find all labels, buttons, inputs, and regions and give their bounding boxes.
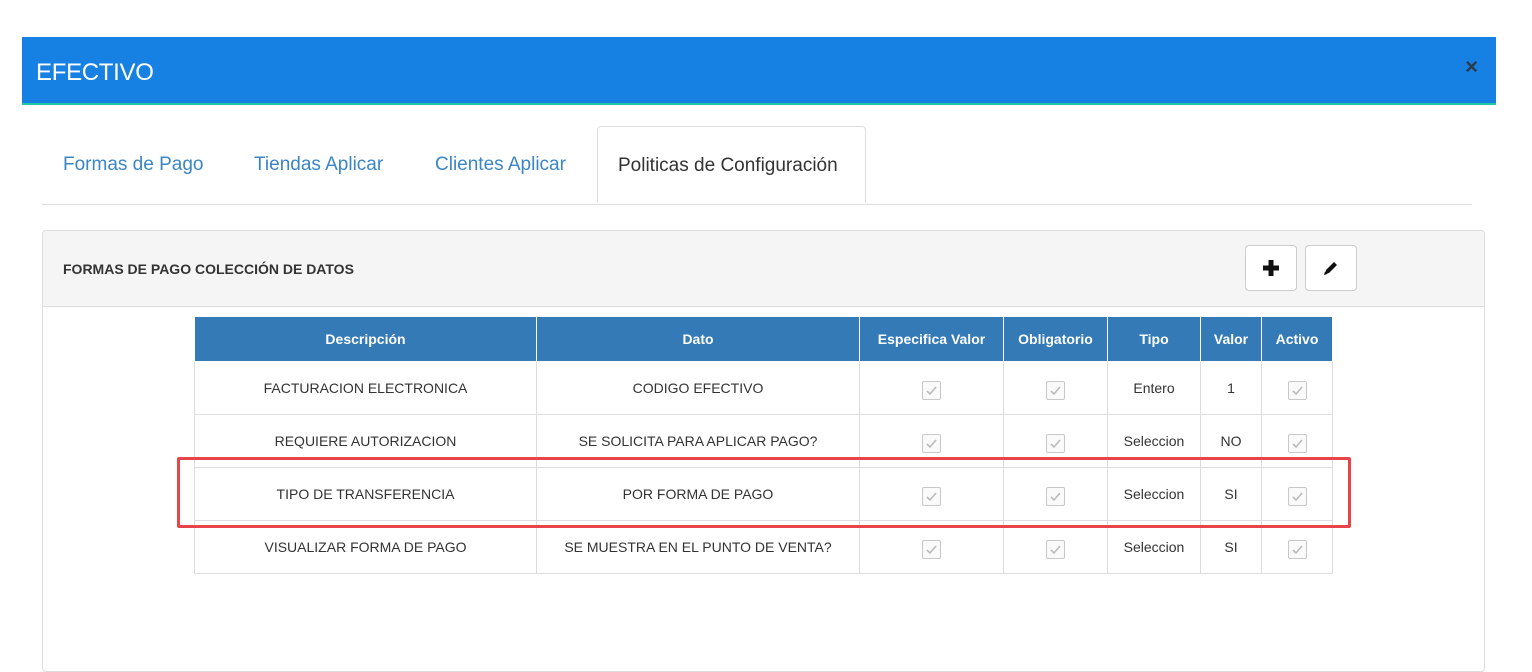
check-icon <box>1291 545 1303 555</box>
column-header-especifica-valor[interactable]: Especifica Valor <box>859 316 1004 362</box>
especifica-valor-checkbox[interactable] <box>922 540 941 559</box>
column-header-dato[interactable]: Dato <box>536 316 860 362</box>
especifica-valor-checkbox[interactable] <box>922 381 941 400</box>
obligatorio-checkbox[interactable] <box>1046 434 1065 453</box>
obligatorio-checkbox[interactable] <box>1046 540 1065 559</box>
check-icon <box>1050 545 1061 555</box>
check-icon <box>926 545 937 555</box>
add-button[interactable] <box>1245 245 1297 291</box>
tab-politicas-de-configuracion[interactable]: Politicas de Configuración <box>597 126 866 203</box>
tab-formas-de-pago[interactable]: Formas de Pago <box>63 126 203 203</box>
table-row[interactable]: VISUALIZAR FORMA DE PAGO SE MUESTRA EN E… <box>194 520 1333 574</box>
cell-descripcion: FACTURACION ELECTRONICA <box>194 361 537 415</box>
modal-header: EFECTIVO × <box>22 37 1496 105</box>
cell-valor: 1 <box>1200 361 1262 415</box>
pencil-icon <box>1324 262 1337 275</box>
row-highlight-annotation <box>177 457 1351 528</box>
panel-heading: FORMAS DE PAGO COLECCIÓN DE DATOS <box>43 231 1484 307</box>
check-icon <box>1050 386 1061 396</box>
column-header-activo[interactable]: Activo <box>1261 316 1333 362</box>
activo-checkbox[interactable] <box>1287 434 1307 453</box>
data-collection-panel: FORMAS DE PAGO COLECCIÓN DE DATOS Descri… <box>42 230 1485 672</box>
table-header-row: Descripción Dato Especifica Valor Obliga… <box>194 316 1333 362</box>
check-icon <box>1050 439 1061 449</box>
activo-checkbox[interactable] <box>1287 381 1307 400</box>
activo-checkbox[interactable] <box>1287 540 1307 559</box>
config-table: Descripción Dato Especifica Valor Obliga… <box>194 316 1333 574</box>
tab-tiendas-aplicar[interactable]: Tiendas Aplicar <box>254 126 383 203</box>
cell-valor: SI <box>1200 520 1262 574</box>
edit-button[interactable] <box>1305 245 1357 291</box>
column-header-tipo[interactable]: Tipo <box>1107 316 1201 362</box>
cell-tipo: Entero <box>1107 361 1201 415</box>
check-icon <box>926 386 937 396</box>
column-header-descripcion[interactable]: Descripción <box>194 316 537 362</box>
obligatorio-checkbox[interactable] <box>1046 381 1065 400</box>
especifica-valor-checkbox[interactable] <box>922 434 941 453</box>
check-icon <box>926 439 937 449</box>
cell-dato: CODIGO EFECTIVO <box>536 361 860 415</box>
panel-title: FORMAS DE PAGO COLECCIÓN DE DATOS <box>63 261 354 277</box>
check-icon <box>1291 386 1303 396</box>
column-header-obligatorio[interactable]: Obligatorio <box>1003 316 1108 362</box>
plus-icon <box>1263 260 1279 276</box>
tab-clientes-aplicar[interactable]: Clientes Aplicar <box>435 126 566 203</box>
column-header-valor[interactable]: Valor <box>1200 316 1262 362</box>
table-row[interactable]: FACTURACION ELECTRONICA CODIGO EFECTIVO … <box>194 361 1333 415</box>
modal-title: EFECTIVO <box>36 59 154 86</box>
tab-bar: Formas de Pago Tiendas Aplicar Clientes … <box>42 126 1472 205</box>
cell-descripcion: VISUALIZAR FORMA DE PAGO <box>194 520 537 574</box>
check-icon <box>1291 439 1303 449</box>
close-icon[interactable]: × <box>1465 56 1478 78</box>
cell-dato: SE MUESTRA EN EL PUNTO DE VENTA? <box>536 520 860 574</box>
cell-tipo: Seleccion <box>1107 520 1201 574</box>
